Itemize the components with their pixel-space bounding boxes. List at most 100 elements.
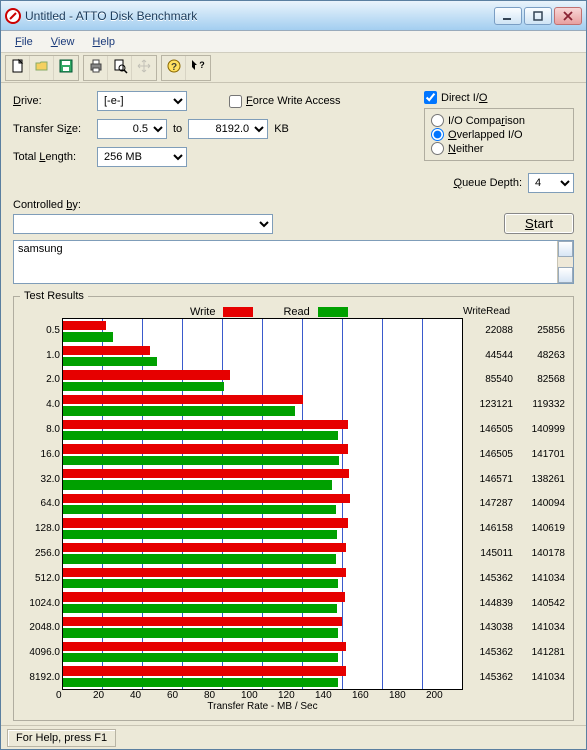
move-button xyxy=(132,56,156,80)
kb-label: KB xyxy=(274,123,289,135)
to-label: to xyxy=(173,123,182,135)
total-length-select[interactable]: 256 MB xyxy=(97,147,187,167)
write-bar xyxy=(63,494,350,503)
x-axis-label: Transfer Rate - MB / Sec xyxy=(62,701,463,712)
value-row: 145362141034 xyxy=(463,566,567,591)
menu-help[interactable]: Help xyxy=(84,34,123,50)
scrollbar[interactable] xyxy=(557,241,573,283)
read-bar xyxy=(63,530,337,539)
value-row: 4454448263 xyxy=(463,343,567,368)
save-button[interactable] xyxy=(54,56,78,80)
value-row: 146571138261 xyxy=(463,467,567,492)
write-bar xyxy=(63,592,345,601)
window-title: Untitled - ATTO Disk Benchmark xyxy=(25,9,494,23)
read-bar xyxy=(63,554,336,563)
new-button[interactable] xyxy=(6,56,30,80)
write-bar xyxy=(63,568,346,577)
app-icon xyxy=(5,8,21,24)
write-swatch-icon xyxy=(223,307,253,317)
write-bar xyxy=(63,642,346,651)
read-bar xyxy=(63,653,338,662)
read-bar xyxy=(63,332,113,341)
open-button[interactable] xyxy=(30,56,54,80)
write-bar xyxy=(63,518,348,527)
help-button[interactable]: ? xyxy=(162,56,186,80)
write-bar xyxy=(63,395,303,404)
transfer-size-label: Transfer Size: xyxy=(13,123,91,135)
read-bar xyxy=(63,431,338,440)
notes-field[interactable]: samsung xyxy=(13,240,574,284)
close-button[interactable] xyxy=(554,7,582,25)
value-row: 146505140999 xyxy=(463,417,567,442)
mode-group: I/O Comparison Overlapped I/O Neither xyxy=(424,108,574,161)
preview-button[interactable] xyxy=(108,56,132,80)
open-icon xyxy=(34,58,50,77)
radio-io-comparison[interactable]: I/O Comparison xyxy=(431,114,567,127)
read-bar xyxy=(63,406,295,415)
menu-file[interactable]: File xyxy=(7,34,41,50)
value-row: 146158140619 xyxy=(463,516,567,541)
preview-icon xyxy=(112,58,128,77)
write-bar xyxy=(63,346,150,355)
new-icon xyxy=(10,58,26,77)
write-bar xyxy=(63,370,230,379)
write-bar xyxy=(63,321,106,330)
x-axis: 020406080100120140160180200 Transfer Rat… xyxy=(62,690,463,718)
write-bar xyxy=(63,469,349,478)
menu-bar: File View Help xyxy=(1,31,586,53)
value-row: 146505141701 xyxy=(463,442,567,467)
read-swatch-icon xyxy=(318,307,348,317)
read-bar xyxy=(63,382,224,391)
value-row: 8554082568 xyxy=(463,368,567,393)
legend-write-label: Write xyxy=(190,306,215,318)
read-bar xyxy=(63,480,332,489)
move-icon xyxy=(136,58,152,77)
drive-select[interactable]: [-e-] xyxy=(97,91,187,111)
svg-text:?: ? xyxy=(199,60,205,70)
radio-neither[interactable]: Neither xyxy=(431,142,567,155)
y-axis-labels: 0.51.02.04.08.016.032.064.0128.0256.0512… xyxy=(20,318,62,690)
value-row: 2208825856 xyxy=(463,318,567,343)
maximize-button[interactable] xyxy=(524,7,552,25)
controlled-by-label: Controlled by: xyxy=(13,199,81,211)
read-col-header: Read xyxy=(486,306,510,318)
write-bar xyxy=(63,420,348,429)
status-bar: For Help, press F1 xyxy=(1,725,586,749)
context-help-button[interactable]: ? xyxy=(186,56,210,80)
read-bar xyxy=(63,678,338,687)
queue-depth-label: Queue Depth: xyxy=(454,177,523,189)
print-button[interactable] xyxy=(84,56,108,80)
radio-overlapped[interactable]: Overlapped I/O xyxy=(431,128,567,141)
read-bar xyxy=(63,357,157,366)
value-row: 143038141034 xyxy=(463,616,567,641)
notes-text: samsung xyxy=(14,241,573,257)
total-length-label: Total Length: xyxy=(13,151,91,163)
write-bar xyxy=(63,543,346,552)
results-legend: Test Results xyxy=(20,290,88,302)
minimize-button[interactable] xyxy=(494,7,522,25)
read-bar xyxy=(63,628,338,637)
write-bar xyxy=(63,666,346,675)
read-bar xyxy=(63,579,338,588)
queue-depth-select[interactable]: 4 xyxy=(528,173,574,193)
read-bar xyxy=(63,604,337,613)
size-to-select[interactable]: 8192.0 xyxy=(188,119,268,139)
value-row: 123121119332 xyxy=(463,392,567,417)
start-button[interactable]: Start xyxy=(504,213,574,234)
scroll-up-icon[interactable] xyxy=(558,241,573,257)
menu-view[interactable]: View xyxy=(43,34,83,50)
value-row: 144839140542 xyxy=(463,591,567,616)
write-bar xyxy=(63,617,342,626)
status-text: For Help, press F1 xyxy=(7,729,116,747)
direct-io-checkbox[interactable]: Direct I/O xyxy=(424,91,574,104)
drive-label: Drive: xyxy=(13,95,91,107)
controlled-by-select[interactable] xyxy=(13,214,273,234)
write-bar xyxy=(63,444,348,453)
svg-text:?: ? xyxy=(170,62,176,73)
size-from-select[interactable]: 0.5 xyxy=(97,119,167,139)
force-write-checkbox[interactable]: Force Write Access xyxy=(229,95,341,108)
app-window: Untitled - ATTO Disk Benchmark File View… xyxy=(0,0,587,750)
titlebar[interactable]: Untitled - ATTO Disk Benchmark xyxy=(1,1,586,31)
value-row: 145011140178 xyxy=(463,541,567,566)
scroll-down-icon[interactable] xyxy=(558,267,573,283)
